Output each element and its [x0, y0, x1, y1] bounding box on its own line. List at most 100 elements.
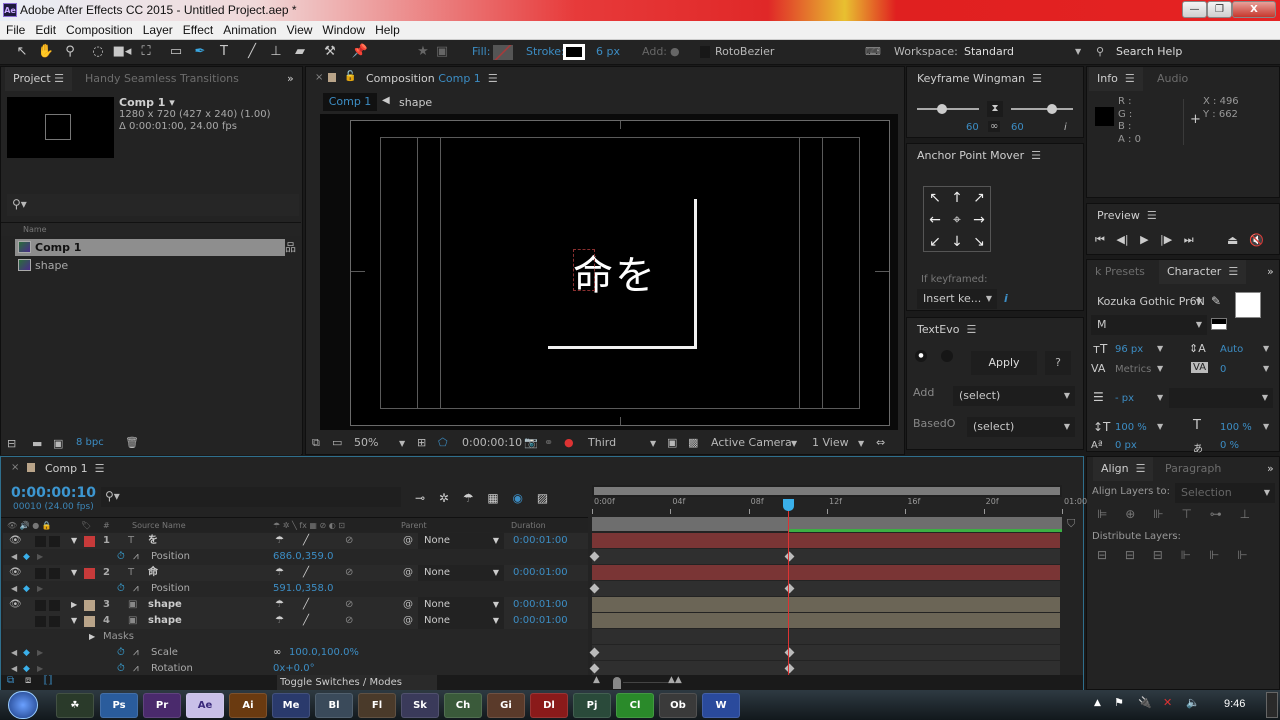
visibility-eye-icon[interactable]: 👁 — [9, 597, 22, 613]
menu-help[interactable]: Help — [370, 21, 405, 40]
shy-switch-icon[interactable]: ☂ — [275, 565, 284, 581]
anchor-top-icon[interactable]: ↑ — [946, 187, 968, 209]
anchor-bottom-left-icon[interactable]: ↙ — [924, 231, 946, 253]
selection-tool-icon[interactable]: ↖ — [12, 43, 32, 61]
layer-duration-bar[interactable] — [592, 597, 1060, 612]
adjustment-switch-icon[interactable]: ⊘ — [345, 597, 353, 613]
camera-select[interactable]: Active Camera — [711, 436, 792, 449]
keyframe[interactable] — [589, 583, 600, 594]
panel-menu-icon[interactable]: ☰ — [1125, 72, 1135, 85]
panel-menu-icon[interactable]: ☰ — [1147, 209, 1157, 222]
taskbar-app-w[interactable]: W — [702, 693, 740, 718]
trash-icon[interactable]: 🗑 — [125, 436, 139, 449]
layer-label-color[interactable] — [84, 616, 95, 627]
zoom-slider-track[interactable] — [623, 682, 668, 683]
camera-tool-icon[interactable]: ■◂ — [112, 43, 132, 61]
info-icon[interactable]: i — [1004, 292, 1008, 305]
eyedropper-icon[interactable]: ✎ — [1211, 294, 1221, 308]
breadcrumb-shape[interactable]: shape — [399, 96, 432, 109]
tsume-value[interactable]: 0 % — [1220, 440, 1239, 451]
hand-tool-icon[interactable]: ✋ — [36, 43, 56, 61]
solo-switch[interactable] — [35, 600, 46, 611]
show-hidden-icons[interactable]: ▲ — [1094, 698, 1101, 708]
in-out-icon[interactable]: ⟦⟧ — [43, 675, 53, 686]
rotation-tool-icon[interactable]: ◌ — [88, 43, 108, 61]
workspace-dropdown-icon[interactable]: ▼ — [1075, 47, 1081, 56]
tab-info[interactable]: Info ☰ — [1089, 67, 1143, 91]
mask-feather-icon[interactable]: ▣ — [432, 43, 452, 61]
clone-stamp-tool-icon[interactable]: ⊥ — [266, 43, 286, 61]
stroke-width[interactable]: 6 px — [596, 45, 620, 58]
layer-duration[interactable]: 0:00:01:00 — [513, 533, 568, 549]
prev-keyframe-icon[interactable]: ◀ — [11, 581, 17, 597]
menu-view[interactable]: View — [282, 21, 318, 40]
prev-keyframe-icon[interactable]: ◀ — [11, 645, 17, 661]
pickwhip-icon[interactable]: @ — [403, 565, 413, 581]
menu-window[interactable]: Window — [317, 21, 370, 40]
menu-layer[interactable]: Layer — [138, 21, 178, 40]
close-tab-icon[interactable]: × — [315, 72, 323, 83]
comp-canvas[interactable]: 命を — [350, 120, 890, 426]
align-hcenter-icon[interactable]: ⊕ — [1125, 507, 1135, 521]
kerning-value[interactable]: Metrics — [1115, 364, 1151, 375]
comp-viewer[interactable]: 命を — [320, 114, 898, 430]
layer-name[interactable]: shape — [148, 613, 182, 629]
graph-icon[interactable]: ⩘ — [133, 549, 139, 565]
expand-arrow-icon[interactable]: ▶ — [89, 629, 95, 645]
font-family-select[interactable]: Kozuka Gothic Pr6N — [1091, 292, 1207, 312]
tab-character[interactable]: Character ☰ — [1159, 260, 1247, 284]
transparency-grid-icon[interactable]: ▩ — [688, 436, 698, 449]
ease-out-slider[interactable] — [1011, 104, 1073, 114]
layer-row[interactable]: ▼ 4 ▣ shape ☂ ╱ ⊘ @ None ▼ 0:00:01:00 — [3, 613, 588, 629]
constrain-proportions-icon[interactable]: ∞ — [273, 645, 281, 661]
keyframe[interactable] — [589, 647, 600, 658]
zoom-out-icon[interactable]: ▲ — [593, 675, 600, 685]
pickwhip-icon[interactable]: @ — [403, 533, 413, 549]
tab-align[interactable]: Align ☰ — [1093, 457, 1154, 481]
new-composition-icon[interactable]: ▣ — [53, 437, 63, 450]
vscale-dropdown-icon[interactable]: ▼ — [1157, 422, 1163, 431]
radio-option-1[interactable]: ● — [915, 350, 927, 362]
taskbar-app-gi[interactable]: Gi — [487, 693, 525, 718]
layer-label-color[interactable] — [84, 568, 95, 579]
taskbar-app-cl[interactable]: Cl — [616, 693, 654, 718]
shape-line-vertical[interactable] — [694, 199, 697, 349]
visibility-eye-icon[interactable]: 👁 — [9, 533, 22, 549]
property-row[interactable]: ◀ ◆ ▶ ⏱ ⩘ Position 686.0,359.0 — [3, 549, 588, 565]
start-button[interactable] — [8, 691, 38, 719]
pan-behind-tool-icon[interactable]: ⛶ — [136, 43, 156, 61]
kerning-dropdown-icon[interactable]: ▼ — [1157, 364, 1163, 373]
taskbar-app-icon[interactable]: ☘ — [56, 693, 94, 718]
shy-layers-icon[interactable]: ☂ — [463, 491, 474, 505]
tab-project[interactable]: Project ☰ — [5, 67, 73, 91]
prev-keyframe-icon[interactable]: ◀ — [11, 549, 17, 565]
adjustment-switch-icon[interactable]: ⊘ — [345, 613, 353, 629]
next-keyframe-icon[interactable]: ▶ — [37, 645, 43, 661]
add-keyframe-icon[interactable]: ◆ — [23, 645, 30, 661]
lock-switch[interactable] — [49, 616, 60, 627]
lock-switch[interactable] — [49, 568, 60, 579]
property-group-row[interactable]: ▶ Masks — [3, 629, 588, 645]
link-icon[interactable]: ∞ — [988, 121, 1001, 132]
taskbar-app-ob[interactable]: Ob — [659, 693, 697, 718]
menu-composition[interactable]: Composition — [61, 21, 138, 40]
column-name[interactable]: Name — [1, 222, 301, 236]
lock-switch[interactable] — [49, 600, 60, 611]
distribute-right-icon[interactable]: ⊩ — [1237, 548, 1247, 562]
eraser-tool-icon[interactable]: ▰ — [290, 43, 310, 61]
anchor-left-icon[interactable]: ← — [924, 209, 946, 231]
layer-duration[interactable]: 0:00:01:00 — [513, 597, 568, 613]
property-value[interactable]: 686.0,359.0 — [273, 549, 333, 565]
region-of-interest-icon[interactable]: ▣ — [667, 436, 677, 449]
taskbar-app-ai[interactable]: Ai — [229, 693, 267, 718]
time-ruler[interactable]: 0:00f 04f 08f 12f 16f 20f 01:00 — [592, 497, 1087, 517]
align-top-icon[interactable]: ⊤ — [1181, 507, 1191, 521]
quality-switch-icon[interactable]: ╱ — [303, 597, 309, 613]
puppet-pin-tool-icon[interactable]: 📌 — [350, 43, 370, 61]
breadcrumb-comp[interactable]: Comp 1 — [323, 93, 377, 111]
close-tab-icon[interactable]: × — [11, 462, 19, 473]
menu-edit[interactable]: Edit — [30, 21, 61, 40]
info-icon[interactable]: i — [1064, 122, 1067, 133]
network-icon[interactable]: ✕ — [1163, 696, 1172, 709]
prev-frame-icon[interactable]: ◀| — [1116, 233, 1128, 246]
